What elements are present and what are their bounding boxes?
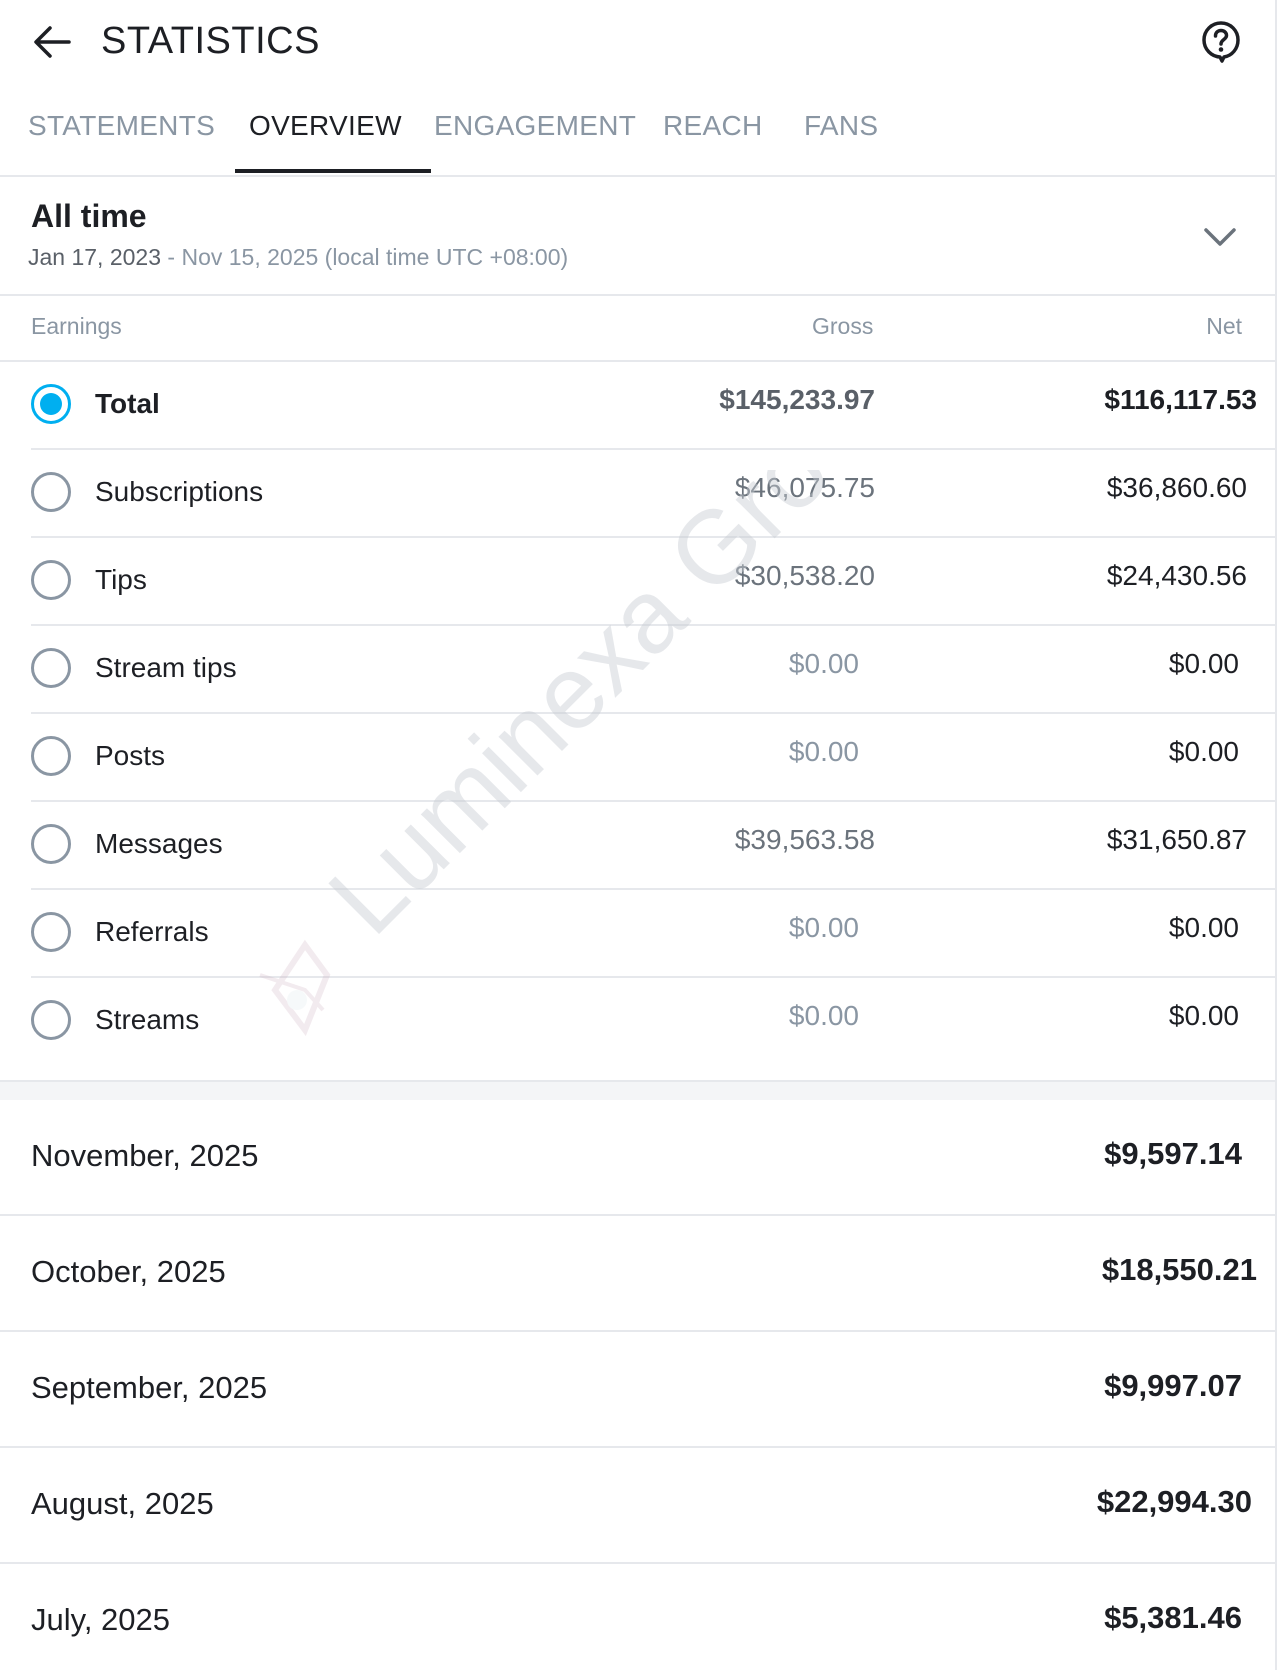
month-label: August, 2025 [31, 1486, 214, 1521]
row-net-value: $36,860.60 [1106, 472, 1247, 503]
row-gross-value: $145,233.97 [719, 384, 875, 415]
month-row[interactable]: August, 2025 $22,994.30 [0, 1448, 1275, 1564]
earnings-row-referrals[interactable]: Referrals $0.00 $0.00 [31, 890, 1275, 978]
row-gross-value: $0.00 [788, 736, 859, 767]
row-label: Referrals [95, 916, 209, 947]
row-label: Messages [95, 828, 223, 859]
earnings-table-header: Earnings Gross Net [0, 296, 1275, 362]
row-label: Streams [95, 1004, 200, 1035]
month-label: November, 2025 [31, 1138, 259, 1173]
month-amount: $5,381.46 [1104, 1600, 1242, 1635]
row-label: Posts [95, 740, 166, 771]
earnings-row-posts[interactable]: Posts $0.00 $0.00 [31, 714, 1275, 802]
back-button[interactable] [30, 20, 74, 64]
section-separator [0, 1080, 1275, 1100]
chevron-down-icon[interactable] [1200, 222, 1240, 252]
earnings-row-subscriptions[interactable]: Subscriptions $46,075.75 $36,860.60 [31, 450, 1275, 538]
earnings-row-streams[interactable]: Streams $0.00 $0.00 [31, 978, 1275, 1066]
row-gross-value: $0.00 [788, 912, 859, 943]
radio-button[interactable] [31, 472, 71, 512]
row-label: Total [95, 388, 160, 419]
month-amount: $18,550.21 [1101, 1252, 1257, 1287]
month-row[interactable]: October, 2025 $18,550.21 [0, 1216, 1275, 1332]
row-gross-value: $0.00 [788, 648, 859, 679]
tab-fans[interactable]: FANS [804, 95, 878, 177]
period-start-date: Jan 17, 2023 [28, 244, 162, 270]
row-label: Tips [95, 564, 147, 595]
radio-button[interactable] [31, 560, 71, 600]
row-net-value: $0.00 [1168, 1000, 1239, 1031]
earnings-row-stream-tips[interactable]: Stream tips $0.00 $0.00 [31, 626, 1275, 714]
radio-button[interactable] [31, 824, 71, 864]
row-label: Subscriptions [95, 476, 264, 507]
radio-button[interactable] [31, 736, 71, 776]
row-net-value: $116,117.53 [1104, 384, 1257, 415]
row-label: Stream tips [95, 652, 237, 683]
month-row[interactable]: November, 2025 $9,597.14 [0, 1100, 1275, 1216]
tab-overview[interactable]: OVERVIEW [249, 95, 402, 177]
row-net-value: $24,430.56 [1106, 560, 1247, 591]
month-amount: $22,994.30 [1096, 1484, 1252, 1519]
net-column-header: Net [1206, 313, 1242, 339]
app-header: STATISTICS [0, 0, 1275, 82]
tab-engagement[interactable]: ENGAGEMENT [434, 95, 636, 177]
radio-button[interactable] [31, 1000, 71, 1040]
page-title: STATISTICS [101, 20, 320, 62]
month-label: October, 2025 [31, 1254, 226, 1289]
row-net-value: $0.00 [1168, 648, 1239, 679]
row-gross-value: $39,563.58 [734, 824, 875, 855]
radio-button[interactable] [31, 648, 71, 688]
period-selector[interactable]: All time Jan 17, 2023 - Nov 15, 2025 (lo… [0, 178, 1275, 296]
month-label: September, 2025 [31, 1370, 268, 1405]
row-net-value: $0.00 [1168, 736, 1239, 767]
earnings-row-messages[interactable]: Messages $39,563.58 $31,650.87 [31, 802, 1275, 890]
active-tab-indicator [235, 169, 431, 173]
row-net-value: $0.00 [1168, 912, 1239, 943]
row-gross-value: $46,075.75 [734, 472, 875, 503]
arrow-left-icon [34, 26, 71, 58]
help-circle-icon [1202, 21, 1240, 63]
month-row[interactable]: September, 2025 $9,997.07 [0, 1332, 1275, 1448]
earnings-column-header: Earnings [31, 313, 122, 339]
month-row[interactable]: July, 2025 $5,381.46 [0, 1564, 1275, 1670]
tab-statements[interactable]: STATEMENTS [28, 95, 215, 177]
month-amount: $9,597.14 [1104, 1136, 1242, 1171]
radio-button[interactable] [31, 912, 71, 952]
earnings-row-total[interactable]: Total $145,233.97 $116,117.53 [31, 362, 1275, 450]
tab-bar: STATEMENTS OVERVIEW ENGAGEMENT REACH FAN… [0, 95, 1275, 177]
earnings-row-tips[interactable]: Tips $30,538.20 $24,430.56 [31, 538, 1275, 626]
period-title: All time [31, 198, 147, 234]
period-date-range: Jan 17, 2023 - Nov 15, 2025 (local time … [28, 244, 568, 271]
gross-column-header: Gross [812, 313, 874, 339]
radio-button[interactable] [31, 384, 71, 424]
month-label: July, 2025 [31, 1602, 171, 1637]
row-gross-value: $30,538.20 [734, 560, 875, 591]
row-net-value: $31,650.87 [1106, 824, 1247, 855]
period-end-date: - Nov 15, 2025 (local time UTC +08:00) [161, 244, 569, 270]
help-button[interactable] [1197, 18, 1245, 66]
month-amount: $9,997.07 [1104, 1368, 1242, 1403]
statistics-page: STATISTICS STATEMENTS OVERVIEW ENGAGEMEN… [0, 0, 1283, 1670]
tab-reach[interactable]: REACH [663, 95, 763, 177]
right-edge-divider [1275, 0, 1277, 1670]
row-gross-value: $0.00 [788, 1000, 859, 1031]
